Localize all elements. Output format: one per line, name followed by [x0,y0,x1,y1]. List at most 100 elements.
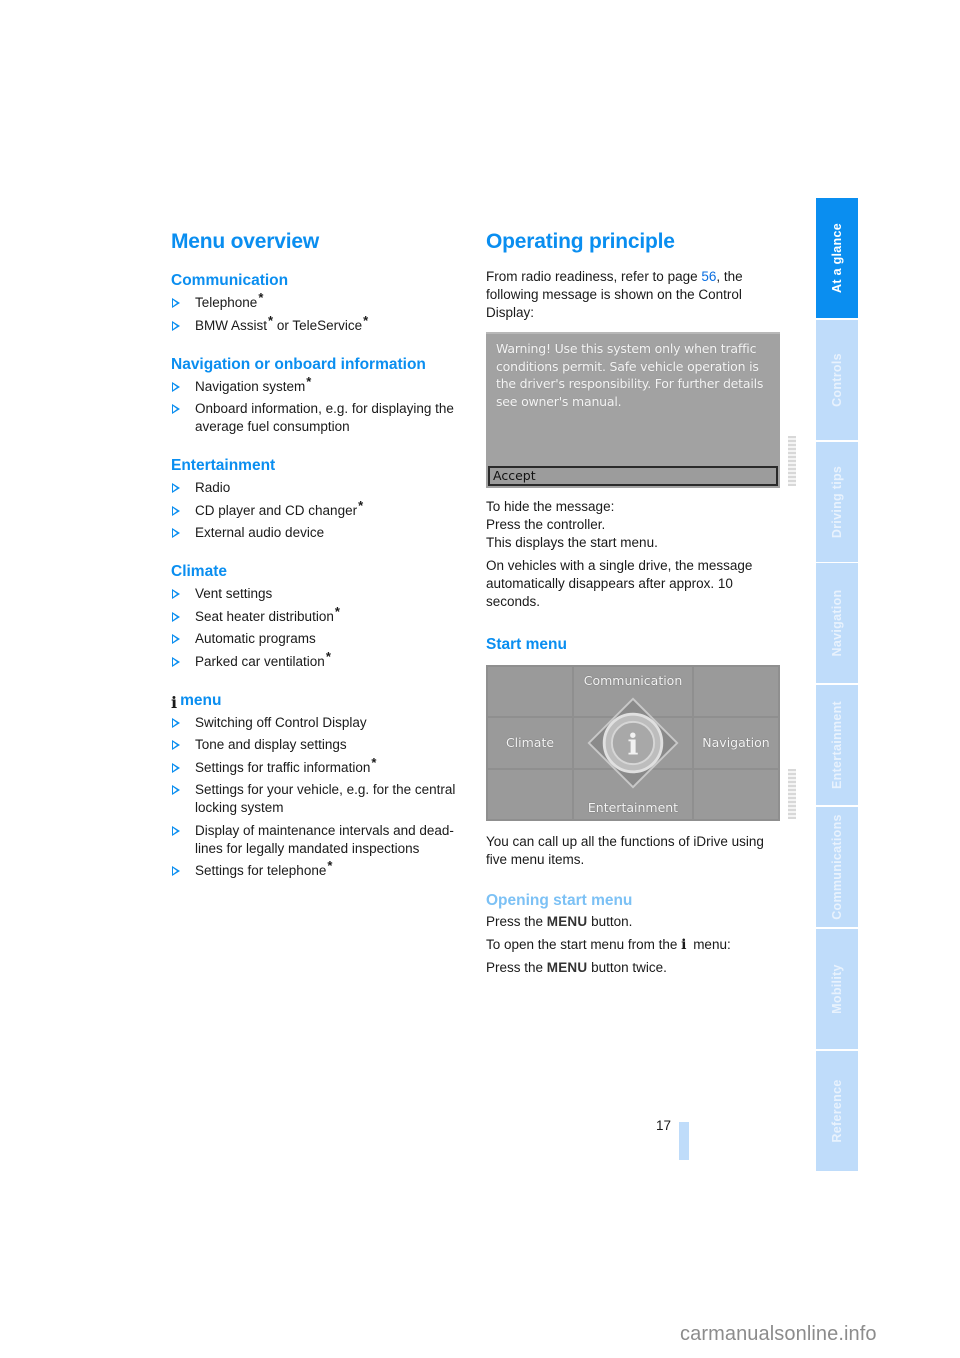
controller-knob-icon: i [587,697,679,789]
chapter-tab-at-a-glance[interactable]: At a glance [816,198,858,318]
operating-principle-title: Operating principle [486,230,675,253]
chapter-tab-label: Navigation [830,589,844,657]
bullet-triangle-icon [172,404,180,414]
section-heading-text: Climate [171,563,227,580]
chapter-tab-navigation[interactable]: Navigation [816,563,858,684]
list-item: Radio [171,479,471,497]
list-item-text: Settings for telephone [195,863,327,878]
bullet-triangle-icon [172,483,180,493]
menu-overview-column: Menu overview Communication Telephone* BMW… [171,228,471,885]
bullet-list: Navigation system* Onboard information, e… [171,375,471,437]
list-item-text: Display of maintenance intervals and dea… [195,822,454,856]
menu-text: menu: [689,937,731,952]
section-heading: Entertainment [171,456,471,476]
press-text: Press the [486,960,547,975]
list-item: Tone and display settings [171,736,471,754]
bullet-triangle-icon [172,320,180,331]
bullet-triangle-icon [172,634,180,644]
chapter-tab-reference[interactable]: Reference [816,1050,858,1171]
optional-equipment-star-icon: * [327,858,333,873]
info-i-icon: i [171,692,178,712]
section-heading: i menu [171,691,471,711]
section-heading: Navigation or onboard information [171,355,471,375]
chapter-tab-label: Mobility [830,963,844,1014]
chapter-tab-mobility[interactable]: Mobility [816,928,858,1049]
optional-equipment-star-icon: * [363,312,369,328]
chapter-tab-driving-tips[interactable]: Driving tips [816,441,858,562]
section-heading-text: Communication [171,272,289,289]
list-item: Parked car ventilation* [171,650,471,671]
optional-equipment-star-icon: * [371,754,377,770]
bullet-triangle-icon [172,298,180,308]
single-drive-note: On vehicles with a single drive, the mes… [486,558,753,609]
list-item-text: Tone and display settings [195,737,347,752]
list-item: Switching off Control Display [171,714,471,732]
info-i-icon: i [681,937,687,953]
optional-equipment-star-icon: * [268,312,274,328]
list-item-text: BMW Assist [195,317,268,333]
list-item: Display of maintenance intervals and dea… [171,822,471,858]
bullet-triangle-icon [172,528,180,538]
start-item-climate: Climate [488,718,572,768]
list-item: Automatic programs [171,630,471,648]
start-menu-heading: Start menu [486,636,567,653]
press-menu-line: Press the MENU button. [486,913,786,931]
bullet-triangle-icon [172,589,180,599]
info-i-icon: i [628,728,639,762]
press-text: Press the [486,914,547,929]
menu-key-icon: MENU [546,914,588,929]
chapter-tabs: At a glance Controls Driving tips Navigatio… [816,198,858,1172]
section-heading-text: menu [180,691,222,709]
call-up-text: You can call up all the functions of iDr… [486,834,764,867]
operating-principle-column: Operating principle From radio readiness… [486,228,796,977]
list-item: Settings for traffic information* [171,756,471,777]
bullet-list: Vent settings Seat heater distribution* Au… [171,585,471,671]
chapter-tab-label: At a glance [830,223,844,293]
list-item: Onboard information, e.g. for displaying… [171,400,471,436]
list-item-text: Vent settings [195,586,273,601]
bullet-triangle-icon [172,762,180,773]
chapter-tab-label: Entertainment [830,701,844,790]
watermark: carmanualsonline.info [680,1323,877,1345]
cell-empty [694,667,778,717]
list-item: Vent settings [171,585,471,603]
menu-overview-title: Menu overview [171,230,319,253]
section-heading-text: Navigation or onboard information [171,355,426,373]
list-item-text: Switching off Control Display [195,714,367,730]
list-item: Settings for your vehicle, e.g. for the … [171,781,471,817]
bullet-triangle-icon [172,866,180,876]
bullet-list: Telephone* BMW Assist* or TeleService* [171,291,471,335]
chapter-tab-controls[interactable]: Controls [816,319,858,440]
cell-empty [488,769,572,819]
optional-equipment-star-icon: * [306,373,312,389]
bullet-triangle-icon [172,381,180,392]
opening-start-menu-heading: Opening start menu [486,892,633,909]
section-heading: Communication [171,271,471,291]
bullet-triangle-icon [172,785,180,795]
warning-message: Warning! Use this system only when traff… [496,341,764,409]
button-text: button. [587,914,633,929]
bullet-triangle-icon [172,717,180,728]
list-item-text: Parked car ventilation [195,653,325,669]
list-item-text: Settings for traffic information [195,759,371,775]
list-item: Navigation system* [171,375,471,396]
start-item-navigation: Navigation [694,718,778,768]
chapter-tab-entertainment[interactable]: Entertainment [816,685,858,806]
chapter-tab-communications[interactable]: Communications [816,806,858,927]
page-marker [679,1122,689,1160]
intro-paragraph: From radio readiness, refer to page 56, … [486,268,786,322]
page-link[interactable]: 56 [701,269,716,284]
list-item-text: or TeleService [273,317,363,333]
bullet-list: Switching off Control Display Tone and di… [171,714,471,881]
hide-line-1: To hide the message: [486,499,615,514]
bullet-list: Radio CD player and CD changer* External a… [171,479,471,542]
image-code [788,769,796,819]
bullet-triangle-icon [172,656,180,667]
bullet-triangle-icon [172,740,180,750]
press-menu-twice-line: Press the MENU button twice. [486,959,786,977]
menu-key-icon: MENU [546,960,588,975]
hide-instructions: To hide the message: Press the controlle… [486,498,786,552]
button-twice-text: button twice. [587,960,667,975]
list-item: Settings for telephone* [171,859,471,880]
cell-empty [488,667,572,717]
